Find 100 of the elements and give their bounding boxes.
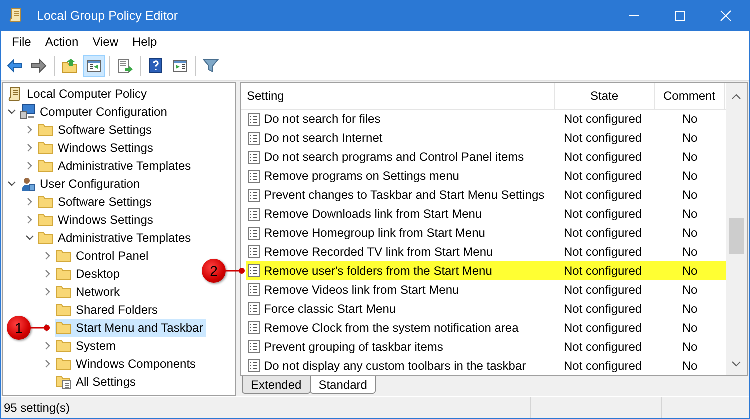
tree-item[interactable]: Local Computer Policy xyxy=(6,85,150,103)
filter-icon xyxy=(203,58,219,74)
help-icon xyxy=(148,58,164,74)
table-cell-text: No xyxy=(681,282,699,297)
table-cell-text: Not configured xyxy=(563,358,644,373)
tree-item[interactable]: Windows Components xyxy=(55,355,200,373)
expand-chevron-icon[interactable] xyxy=(26,162,34,170)
tab[interactable]: Standard xyxy=(310,376,376,394)
toolbar-button[interactable] xyxy=(83,55,105,77)
expand-chevron-icon[interactable] xyxy=(26,216,34,224)
policy-setting-icon xyxy=(248,132,260,145)
user-icon xyxy=(20,176,36,192)
table-cell-text: Not configured xyxy=(563,320,644,335)
scroll-up-icon[interactable] xyxy=(732,94,741,100)
policy-setting-icon xyxy=(248,112,260,126)
leader-line xyxy=(224,266,246,275)
folder-icon xyxy=(38,194,54,210)
table-cell-text: Not configured xyxy=(563,226,644,240)
back-arrow-icon xyxy=(7,58,23,74)
table-cell-text: Not configured xyxy=(563,244,644,259)
table-cell-text: Not configured xyxy=(563,340,644,354)
table-cell-text: Not configured xyxy=(563,169,644,184)
expand-chevron-icon[interactable] xyxy=(26,198,34,206)
scroll-icon xyxy=(7,86,23,102)
table-cell: Remove user's folders from the Start Menu xyxy=(264,264,492,278)
policy-setting-icon xyxy=(248,264,260,278)
table-cell-text: No xyxy=(681,244,699,259)
scroll-bar[interactable] xyxy=(726,83,747,375)
policy-setting-icon xyxy=(248,340,260,354)
tree-item[interactable]: All Settings xyxy=(55,373,140,391)
tree-item[interactable]: Software Settings xyxy=(37,193,156,211)
table-cell: Prevent grouping of taskbar items xyxy=(264,340,444,354)
expand-chevron-icon[interactable] xyxy=(44,342,52,350)
menu-item[interactable]: File xyxy=(5,34,38,48)
collapse-chevron-icon[interactable] xyxy=(8,108,16,116)
table-cell: Prevent changes to Taskbar and Start Menu Settings xyxy=(264,188,545,202)
table-cell-text: Not configured xyxy=(563,282,644,297)
policy-setting-icon xyxy=(248,302,260,316)
menu-item[interactable]: Action xyxy=(38,34,86,48)
scroll-thumb[interactable] xyxy=(729,218,744,254)
tree-item[interactable]: Network xyxy=(55,283,124,301)
status-text: 95 setting(s) xyxy=(3,400,72,414)
table-cell: Do not search programs and Control Panel items xyxy=(264,150,524,164)
tree-item[interactable]: Control Panel xyxy=(55,247,152,265)
table-cell: Do not search Internet xyxy=(264,131,383,146)
folder-icon xyxy=(38,140,54,156)
table-cell-text: No xyxy=(681,264,699,278)
tree-item[interactable]: Administrative Templates xyxy=(37,229,194,247)
folder-icon xyxy=(38,230,54,246)
step-marker: 1 xyxy=(7,316,31,340)
folder-icon xyxy=(56,356,72,372)
column-header[interactable]: State xyxy=(555,83,655,109)
table-cell-text: No xyxy=(681,226,699,240)
tree-item[interactable]: Windows Settings xyxy=(37,139,156,157)
tree-item[interactable]: Administrative Templates xyxy=(37,157,194,175)
tree-pane-icon xyxy=(86,58,102,74)
expand-chevron-icon[interactable] xyxy=(44,270,52,278)
tree-item[interactable]: User Configuration xyxy=(19,175,144,193)
folder-up-icon xyxy=(62,58,78,74)
policy-setting-icon xyxy=(248,208,260,221)
leader-line xyxy=(29,324,51,332)
table-cell-text: Not configured xyxy=(563,188,644,202)
collapse-chevron-icon[interactable] xyxy=(8,180,16,188)
tree-item[interactable]: System xyxy=(55,337,120,355)
forward-arrow-icon xyxy=(31,58,47,74)
tree-item[interactable]: Windows Settings xyxy=(37,211,156,229)
expand-chevron-icon[interactable] xyxy=(44,252,52,260)
folder-icon xyxy=(56,320,72,336)
expand-chevron-icon[interactable] xyxy=(26,144,34,152)
column-header[interactable]: Comment xyxy=(655,83,725,109)
expand-chevron-icon[interactable] xyxy=(44,288,52,296)
table-cell-text: No xyxy=(681,188,699,202)
collapse-chevron-icon[interactable] xyxy=(26,234,34,242)
table-cell: Force classic Start Menu xyxy=(264,302,396,316)
folder-icon xyxy=(38,122,54,138)
table-cell-text: Not configured xyxy=(563,131,644,146)
menu-item[interactable]: Help xyxy=(126,34,164,48)
policy-setting-icon xyxy=(248,188,260,202)
table-cell-text: No xyxy=(681,112,699,126)
tab[interactable]: Extended xyxy=(242,376,311,394)
policy-setting-icon xyxy=(248,170,260,183)
scroll-down-icon[interactable] xyxy=(732,361,741,367)
folder-icon xyxy=(56,248,72,264)
export-list-icon xyxy=(117,58,133,74)
table-cell: Remove Videos link from Start Menu xyxy=(264,282,460,297)
tree-item[interactable]: Computer Configuration xyxy=(19,103,170,121)
folder-icon xyxy=(38,158,54,174)
tree-item[interactable]: Desktop xyxy=(55,265,124,283)
tree-item[interactable]: Start Menu and Taskbar xyxy=(55,319,206,337)
expand-chevron-icon[interactable] xyxy=(26,126,34,134)
folder-icon xyxy=(38,212,54,228)
table-cell-text: No xyxy=(681,169,699,184)
table-cell-text: Not configured xyxy=(563,207,644,222)
policy-setting-icon xyxy=(248,359,260,372)
table-cell: Do not search for files xyxy=(264,112,381,126)
column-header[interactable]: Setting xyxy=(241,83,555,109)
tree-item[interactable]: Software Settings xyxy=(37,121,156,139)
tree-item[interactable]: Shared Folders xyxy=(55,301,162,319)
menu-item[interactable]: View xyxy=(86,34,126,48)
expand-chevron-icon[interactable] xyxy=(44,360,52,368)
